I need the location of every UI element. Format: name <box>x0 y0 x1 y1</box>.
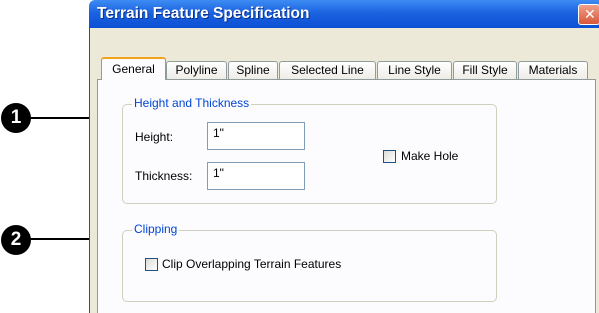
clip-overlapping-label[interactable]: Clip Overlapping Terrain Features <box>162 257 341 271</box>
tab-spline[interactable]: Spline <box>228 61 278 80</box>
height-field[interactable]: 1" <box>207 122 305 150</box>
tab-materials[interactable]: Materials <box>518 61 588 80</box>
tab-selected-line[interactable]: Selected Line <box>279 61 376 80</box>
tab-general[interactable]: General <box>101 57 166 80</box>
callout-marker-1: 1 <box>1 103 31 133</box>
thickness-label: Thickness: <box>135 169 193 183</box>
height-label: Height: <box>135 130 174 144</box>
make-hole-label[interactable]: Make Hole <box>401 149 458 163</box>
thickness-field[interactable]: 1" <box>207 162 305 190</box>
tab-line-style[interactable]: Line Style <box>377 61 452 80</box>
tab-fill-style[interactable]: Fill Style <box>453 61 517 80</box>
title-bar: Terrain Feature Specification <box>89 0 599 28</box>
tab-polyline[interactable]: Polyline <box>166 61 227 80</box>
window-title: Terrain Feature Specification <box>97 5 310 22</box>
clip-overlapping-checkbox[interactable] <box>145 258 158 271</box>
make-hole-checkbox[interactable] <box>383 150 396 163</box>
height-thickness-legend: Height and Thickness <box>132 96 252 110</box>
close-icon[interactable]: ✕ <box>578 4 599 25</box>
clipping-legend: Clipping <box>132 222 180 236</box>
callout-marker-2: 2 <box>1 225 31 255</box>
